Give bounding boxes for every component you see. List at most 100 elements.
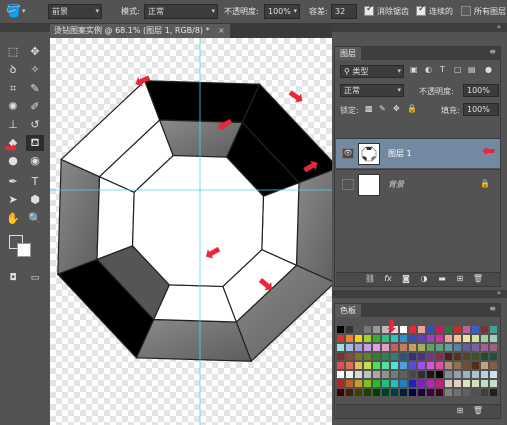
color-swatch[interactable] xyxy=(391,335,398,342)
color-swatch[interactable] xyxy=(337,326,344,333)
color-swatch[interactable] xyxy=(400,371,407,378)
color-swatch[interactable] xyxy=(382,335,389,342)
color-swatch[interactable] xyxy=(454,335,461,342)
marquee-icon[interactable]: ⬚ xyxy=(4,44,22,60)
color-swatch[interactable] xyxy=(490,326,497,333)
filter-pixel-icon[interactable]: ▣ xyxy=(410,65,418,74)
lock-brush-icon[interactable]: ✎ xyxy=(379,104,386,113)
color-swatch[interactable] xyxy=(355,362,362,369)
opacity-input[interactable]: 100% ▾ xyxy=(264,4,300,19)
color-swatch[interactable] xyxy=(472,326,479,333)
color-swatch[interactable] xyxy=(409,371,416,378)
color-swatch[interactable] xyxy=(337,371,344,378)
crop-icon[interactable]: ⌗ xyxy=(4,81,22,97)
color-swatch[interactable] xyxy=(427,344,434,351)
color-swatch[interactable] xyxy=(463,362,470,369)
color-swatch[interactable] xyxy=(472,371,479,378)
color-swatch[interactable] xyxy=(382,353,389,360)
zoom-icon[interactable]: 🔍 xyxy=(26,211,44,227)
color-swatch[interactable] xyxy=(409,380,416,387)
color-swatch[interactable] xyxy=(391,353,398,360)
color-swatch[interactable] xyxy=(346,380,353,387)
color-swatch[interactable] xyxy=(364,362,371,369)
color-swatch[interactable] xyxy=(400,362,407,369)
color-swatch[interactable] xyxy=(472,380,479,387)
color-swatch[interactable] xyxy=(418,362,425,369)
eye-icon[interactable]: 👁 xyxy=(342,148,354,159)
color-swatch[interactable] xyxy=(490,362,497,369)
color-swatch[interactable] xyxy=(481,389,488,396)
color-swatch[interactable] xyxy=(436,326,443,333)
color-swatch[interactable] xyxy=(418,380,425,387)
color-swatch[interactable] xyxy=(445,389,452,396)
filter-smart-icon[interactable]: ▤ xyxy=(468,65,476,74)
color-swatch[interactable] xyxy=(427,380,434,387)
color-swatch[interactable] xyxy=(481,380,488,387)
color-swatch[interactable] xyxy=(436,380,443,387)
healing-icon[interactable]: ✺ xyxy=(4,99,22,115)
color-swatch[interactable] xyxy=(418,389,425,396)
color-swatch[interactable] xyxy=(400,335,407,342)
color-swatch[interactable] xyxy=(481,353,488,360)
color-swatch[interactable] xyxy=(409,362,416,369)
move-icon[interactable]: ✥ xyxy=(26,44,44,60)
color-swatch[interactable] xyxy=(454,344,461,351)
filter-toggle-icon[interactable]: ● xyxy=(485,65,492,74)
color-swatch[interactable] xyxy=(409,389,416,396)
color-swatch[interactable] xyxy=(355,335,362,342)
path-select-icon[interactable]: ➤ xyxy=(4,192,22,208)
color-swatch[interactable] xyxy=(436,362,443,369)
color-swatch[interactable] xyxy=(463,326,470,333)
color-swatch[interactable] xyxy=(436,353,443,360)
history-brush-icon[interactable]: ↺ xyxy=(26,117,44,133)
color-swatch[interactable] xyxy=(355,353,362,360)
color-swatch[interactable] xyxy=(427,353,434,360)
color-swatch[interactable] xyxy=(418,353,425,360)
canvas[interactable]: ⬅ ➡ ⬅ ➡ ⬅ ➡ xyxy=(50,38,332,425)
filter-shape-icon[interactable]: ▢ xyxy=(454,65,462,74)
fx-icon[interactable]: fx xyxy=(382,274,394,283)
color-swatch[interactable] xyxy=(472,353,479,360)
close-icon[interactable]: × xyxy=(218,24,225,38)
eyedropper-icon[interactable]: ✎ xyxy=(26,81,44,97)
trash-icon[interactable]: 🗑 xyxy=(472,274,484,283)
mode-select[interactable]: 正常 ▾ xyxy=(144,4,218,19)
color-swatch[interactable] xyxy=(454,353,461,360)
color-swatch[interactable] xyxy=(427,389,434,396)
paint-bucket-icon[interactable]: ⛾ xyxy=(26,135,44,151)
color-swatch[interactable] xyxy=(346,335,353,342)
hand-icon[interactable]: ✋ xyxy=(4,211,22,227)
all-layers-checkbox[interactable] xyxy=(461,6,471,16)
magic-wand-icon[interactable]: ✧ xyxy=(26,62,44,78)
color-swatch[interactable] xyxy=(382,380,389,387)
fill-source-select[interactable]: 前景 ▾ xyxy=(48,4,102,19)
color-swatch[interactable] xyxy=(346,344,353,351)
filter-type-icon[interactable]: T xyxy=(440,65,445,74)
color-swatch[interactable] xyxy=(373,326,380,333)
color-swatch[interactable] xyxy=(481,362,488,369)
color-swatch[interactable] xyxy=(490,371,497,378)
color-swatch[interactable] xyxy=(418,344,425,351)
color-swatch[interactable] xyxy=(373,344,380,351)
color-swatch[interactable] xyxy=(445,353,452,360)
color-swatch[interactable] xyxy=(364,353,371,360)
dodge-icon[interactable]: ◉ xyxy=(26,153,44,169)
color-swatch[interactable] xyxy=(364,326,371,333)
color-swatch[interactable] xyxy=(490,389,497,396)
lock-position-icon[interactable]: ✥ xyxy=(393,104,400,113)
lock-all-icon[interactable]: 🔒 xyxy=(407,104,417,113)
color-swatch[interactable] xyxy=(391,371,398,378)
color-swatch[interactable] xyxy=(463,335,470,342)
link-icon[interactable]: ⛓ xyxy=(364,274,376,283)
color-swatch[interactable] xyxy=(400,380,407,387)
color-swatch[interactable] xyxy=(373,362,380,369)
color-swatch[interactable] xyxy=(418,326,425,333)
color-swatch[interactable] xyxy=(337,344,344,351)
color-swatch[interactable] xyxy=(382,362,389,369)
color-swatch[interactable] xyxy=(490,344,497,351)
color-swatch[interactable] xyxy=(454,362,461,369)
collapse-icon[interactable]: » xyxy=(497,23,501,31)
color-swatch[interactable] xyxy=(364,389,371,396)
panel-menu-icon[interactable]: ≡ xyxy=(489,47,496,56)
brush-icon[interactable]: ✐ xyxy=(26,99,44,115)
